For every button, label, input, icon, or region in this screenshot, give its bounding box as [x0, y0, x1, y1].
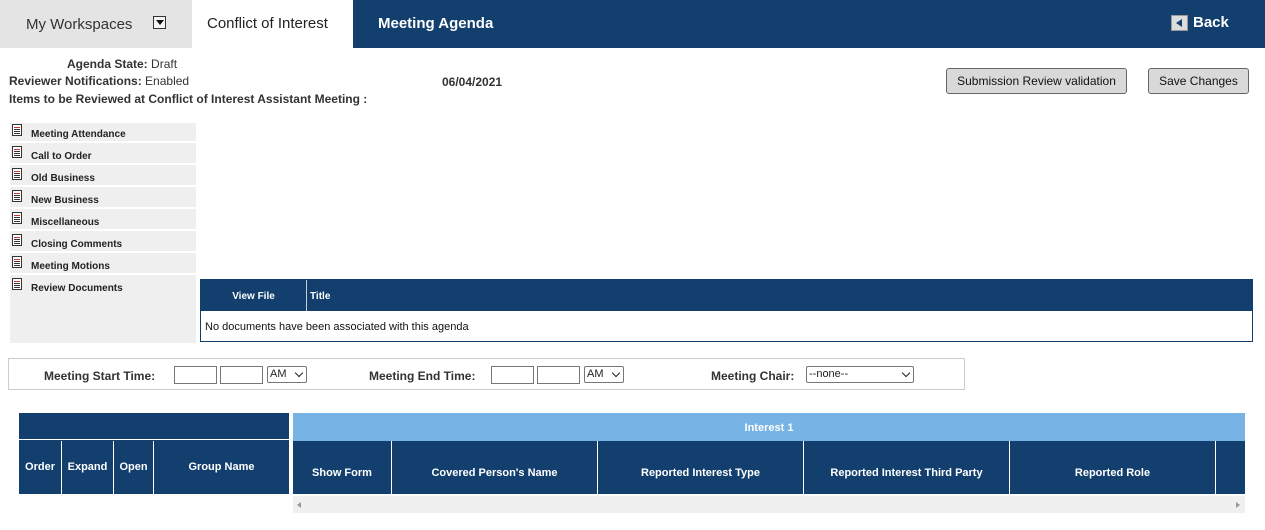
agenda-menu: Meeting Attendance Call to Order Old Bus…: [10, 123, 196, 343]
agenda-state: Agenda State: Draft: [67, 57, 177, 71]
my-workspaces-tab[interactable]: My Workspaces: [0, 0, 192, 48]
tab-conflict-of-interest[interactable]: Conflict of Interest: [192, 0, 353, 48]
column-header-reported-interest-type[interactable]: Reported Interest Type: [598, 441, 804, 494]
documents-empty-message: No documents have been associated with t…: [205, 321, 469, 333]
meeting-times-panel: Meeting Start Time: AM Meeting End Time:…: [8, 358, 965, 390]
agenda-state-label: Agenda State:: [67, 57, 148, 71]
column-header-group-name[interactable]: Group Name: [154, 441, 289, 494]
column-header-reported-role[interactable]: Reported Role: [1010, 441, 1216, 494]
start-ampm-select[interactable]: AM: [267, 366, 307, 383]
column-header-order[interactable]: Order: [19, 441, 62, 494]
items-to-review: Items to be Reviewed at Conflict of Inte…: [9, 92, 367, 106]
scroll-left-arrow-icon[interactable]: [297, 502, 301, 508]
grid-left-header-top: [19, 413, 289, 440]
back-label: Back: [1193, 14, 1229, 31]
column-header-expand[interactable]: Expand: [62, 441, 114, 494]
document-icon: [12, 146, 22, 158]
menu-item-meeting-motions[interactable]: Meeting Motions: [10, 255, 196, 275]
menu-item-closing-comments[interactable]: Closing Comments: [10, 233, 196, 253]
my-workspaces-label: My Workspaces: [26, 16, 133, 33]
menu-item-label: Call to Order: [31, 151, 92, 162]
menu-item-old-business[interactable]: Old Business: [10, 167, 196, 187]
top-nav-bar: My Workspaces Conflict of Interest Meeti…: [0, 0, 1265, 48]
menu-item-label: Old Business: [31, 173, 95, 184]
horizontal-scrollbar[interactable]: [293, 496, 1245, 513]
back-arrow-icon: [1171, 15, 1188, 31]
submission-review-validation-button[interactable]: Submission Review validation: [946, 68, 1127, 94]
start-hour-input[interactable]: [174, 366, 217, 384]
menu-item-call-to-order[interactable]: Call to Order: [10, 145, 196, 165]
document-icon: [12, 234, 22, 246]
document-icon: [12, 278, 22, 290]
menu-item-review-documents[interactable]: Review Documents: [10, 277, 196, 297]
end-ampm-select[interactable]: AM: [584, 366, 624, 383]
menu-item-label: Miscellaneous: [31, 217, 100, 228]
document-icon: [12, 256, 22, 268]
meeting-start-time-label: Meeting Start Time:: [44, 369, 156, 383]
document-icon: [12, 212, 22, 224]
column-header-open[interactable]: Open: [114, 441, 154, 494]
end-minute-input[interactable]: [537, 366, 580, 384]
tab-meeting-agenda[interactable]: Meeting Agenda: [378, 15, 493, 32]
agenda-state-value: Draft: [151, 57, 178, 71]
documents-table: View File Title No documents have been a…: [200, 279, 1253, 342]
reviewer-notifications-value: Enabled: [145, 74, 190, 88]
items-to-review-label: Items to be Reviewed at Conflict of Inte…: [9, 92, 368, 106]
reviewer-notifications-label: Reviewer Notifications:: [9, 74, 142, 88]
menu-item-miscellaneous[interactable]: Miscellaneous: [10, 211, 196, 231]
reviewer-notifications: Reviewer Notifications: Enabled: [9, 74, 189, 88]
scroll-right-arrow-icon[interactable]: [1236, 502, 1240, 508]
save-changes-button[interactable]: Save Changes: [1148, 68, 1249, 94]
chevron-down-icon[interactable]: [153, 16, 166, 29]
meeting-end-time-label: Meeting End Time:: [369, 369, 476, 383]
meeting-chair-select[interactable]: --none--: [806, 366, 914, 383]
menu-item-label: Review Documents: [31, 283, 123, 294]
column-header-covered-person-name[interactable]: Covered Person's Name: [392, 441, 598, 494]
column-header-show-form[interactable]: Show Form: [293, 441, 392, 494]
column-header-title[interactable]: Title: [310, 280, 330, 311]
documents-table-header: View File Title: [201, 280, 1252, 311]
end-hour-input[interactable]: [491, 366, 534, 384]
column-header-view-file[interactable]: View File: [201, 280, 307, 311]
document-icon: [12, 124, 22, 136]
menu-item-meeting-attendance[interactable]: Meeting Attendance: [10, 123, 196, 143]
document-icon: [12, 190, 22, 202]
menu-item-label: Meeting Attendance: [31, 129, 126, 140]
menu-item-label: New Business: [31, 195, 99, 206]
column-header-reported-interest-third-party[interactable]: Reported Interest Third Party: [804, 441, 1010, 494]
document-icon: [12, 168, 22, 180]
interest-group-header: Interest 1: [293, 413, 1245, 441]
menu-item-label: Closing Comments: [31, 239, 123, 250]
grid-right-header: Interest 1 Show Form Covered Person's Na…: [293, 413, 1245, 494]
meeting-date: 06/04/2021: [442, 75, 503, 89]
tab-conflict-of-interest-label: Conflict of Interest: [207, 15, 328, 32]
menu-item-label: Meeting Motions: [31, 261, 110, 272]
menu-item-new-business[interactable]: New Business: [10, 189, 196, 209]
meeting-chair-label: Meeting Chair:: [711, 369, 795, 383]
grid-left-header: Order Expand Open Group Name: [19, 413, 289, 494]
start-minute-input[interactable]: [220, 366, 263, 384]
